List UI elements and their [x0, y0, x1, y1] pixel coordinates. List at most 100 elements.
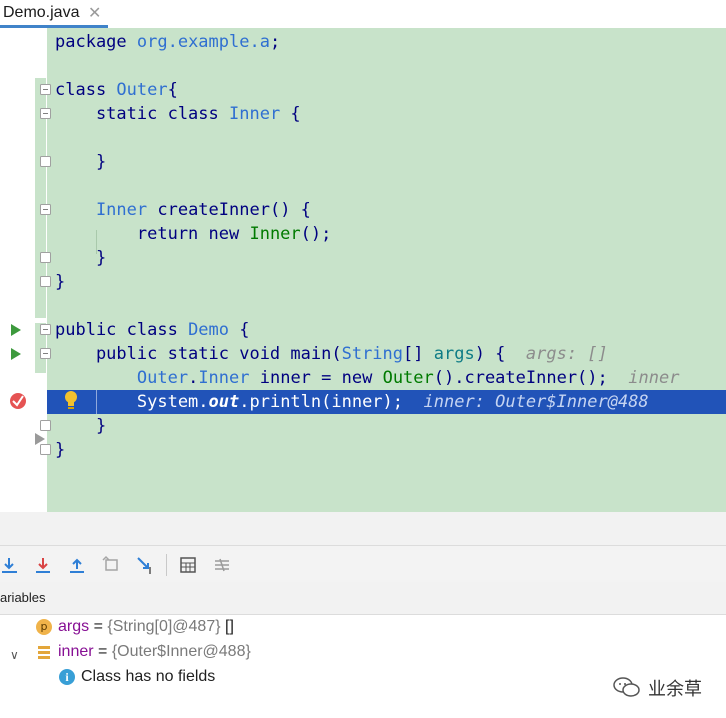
inline-debug-value: args: [] — [525, 344, 608, 364]
punctuation: ; — [269, 32, 281, 52]
fold-icon[interactable] — [40, 348, 51, 359]
code-line-14[interactable]: public static void main(String[] args) {… — [55, 342, 608, 366]
code-line-8[interactable]: Inner createInner() { — [55, 198, 311, 222]
evaluate-expression-icon[interactable] — [178, 555, 198, 575]
code-line-13[interactable]: public class Demo { — [55, 318, 250, 342]
code-line-10[interactable]: } — [55, 246, 106, 270]
variable-extra: [] — [220, 618, 234, 635]
editor-tab-bar: Demo.java ✕ — [0, 0, 726, 29]
class-name: Inner — [229, 104, 281, 124]
punctuation: () { — [269, 200, 311, 220]
type-name: String — [341, 344, 404, 364]
tab-demo-java[interactable]: Demo.java ✕ — [0, 0, 108, 28]
constructor-call: Outer — [382, 368, 434, 388]
code-line-15[interactable]: Outer.Inner inner = new Outer().createIn… — [55, 366, 680, 390]
static-field: out — [208, 392, 240, 412]
class-reference: System. — [55, 392, 209, 412]
fold-icon[interactable] — [40, 108, 51, 119]
info-icon: i — [59, 669, 75, 685]
type-name: Inner — [198, 368, 250, 388]
field-list-icon — [36, 643, 52, 661]
wechat-logo-icon — [612, 675, 642, 699]
fold-icon[interactable] — [40, 324, 51, 335]
fold-end-icon[interactable] — [40, 252, 51, 263]
fold-end-icon[interactable] — [40, 156, 51, 167]
type-name: Outer — [55, 368, 189, 388]
punctuation: { — [280, 104, 301, 124]
punctuation: { — [229, 320, 250, 340]
variables-tree[interactable]: p args = {String[0]@487} [] ∨ inner = {O… — [0, 615, 726, 718]
inline-debug-value: inner: Outer$Inner@488 — [423, 392, 649, 412]
code-line-4[interactable]: static class Inner { — [55, 102, 301, 126]
parameter-icon: p — [36, 619, 52, 635]
breakpoint-icon[interactable] — [9, 392, 27, 410]
method-call: .println(inner); — [239, 392, 404, 412]
no-fields-message: Class has no fields — [81, 668, 216, 685]
package-name: org.example.a — [136, 32, 270, 52]
code-line-18[interactable]: } — [55, 438, 65, 462]
keyword: new — [341, 368, 383, 388]
code-line-11[interactable]: } — [55, 270, 65, 294]
keyword: public static void — [55, 344, 291, 364]
run-icon[interactable] — [10, 323, 22, 337]
variable-name: inner — [58, 643, 94, 660]
code-line-1[interactable]: package org.example.a; — [55, 30, 280, 54]
watermark: 业余草 — [612, 673, 722, 701]
code-editor[interactable]: package org.example.a; class Outer{ stat… — [0, 28, 726, 512]
keyword: static class — [55, 104, 229, 124]
fold-icon[interactable] — [40, 204, 51, 215]
variables-title: ariables — [0, 590, 46, 605]
fold-icon[interactable] — [40, 84, 51, 95]
fold-end-icon[interactable] — [40, 276, 51, 287]
keyword: public class — [55, 320, 189, 340]
punctuation: (); — [300, 224, 332, 244]
punctuation: { — [167, 80, 178, 100]
type-name: Inner — [55, 200, 158, 220]
step-into-icon[interactable] — [33, 555, 53, 575]
fold-end-icon[interactable] — [40, 444, 51, 455]
variables-panel-header: ariables — [0, 582, 726, 615]
trace-stream-icon[interactable] — [212, 555, 232, 575]
fold-end-icon[interactable] — [40, 420, 51, 431]
punctuation: [] — [403, 344, 434, 364]
variable-row-inner[interactable]: ∨ inner = {Outer$Inner@488} — [0, 640, 726, 664]
keyword: return new — [55, 224, 250, 244]
class-name: Outer — [116, 80, 168, 100]
inline-debug-value: inner — [628, 368, 680, 388]
watermark-text: 业余草 — [648, 679, 702, 700]
variable-equals: = — [93, 643, 112, 660]
step-over-icon[interactable] — [0, 555, 20, 575]
variable-name: args — [58, 618, 90, 635]
class-name: Demo — [188, 320, 230, 340]
variable-name: inner = — [249, 368, 342, 388]
variable-equals: = — [89, 618, 108, 635]
drop-frame-icon[interactable] — [101, 555, 121, 575]
parameter-name: args — [433, 344, 475, 364]
keyword: package — [55, 32, 137, 52]
method-call: ().createInner(); — [433, 368, 608, 388]
variable-value: {Outer$Inner@488} — [111, 643, 251, 660]
punctuation: ) { — [474, 344, 506, 364]
punctuation: . — [188, 368, 199, 388]
debugger-toolbar — [0, 545, 726, 583]
toolbar-separator — [166, 554, 167, 576]
run-icon[interactable] — [10, 347, 22, 361]
tab-label: Demo.java — [3, 4, 80, 21]
step-out-icon[interactable] — [67, 555, 87, 575]
constructor-call: Inner — [249, 224, 301, 244]
method-name: main( — [290, 344, 342, 364]
variable-value: {String[0]@487} — [107, 618, 221, 635]
execution-point-icon — [35, 432, 45, 445]
variable-row-args[interactable]: p args = {String[0]@487} [] — [0, 615, 726, 639]
keyword: class — [55, 80, 117, 100]
method-name: createInner — [157, 200, 270, 220]
code-line-16[interactable]: System.out.println(inner); inner: Outer$… — [55, 390, 649, 414]
panel-splitter[interactable] — [0, 512, 726, 545]
code-line-9[interactable]: return new Inner(); — [55, 222, 332, 246]
code-line-17[interactable]: } — [55, 414, 106, 438]
close-tab-icon[interactable]: ✕ — [88, 3, 101, 23]
run-to-cursor-icon[interactable] — [135, 555, 155, 575]
code-line-3[interactable]: class Outer{ — [55, 78, 178, 102]
chevron-down-icon[interactable]: ∨ — [10, 643, 19, 667]
code-line-6[interactable]: } — [55, 150, 106, 174]
